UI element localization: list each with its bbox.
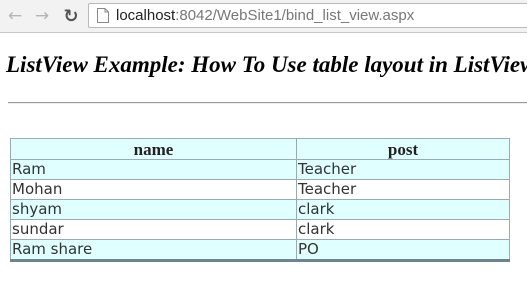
back-arrow-icon[interactable]: ←	[4, 5, 26, 27]
table-row: Ram Teacher	[10, 159, 510, 180]
table-row: sundar clark	[10, 219, 510, 240]
listview-table: name post Ram Teacher Mohan Teacher shya…	[10, 138, 510, 262]
cell-post: Teacher	[296, 179, 510, 200]
table-row: Mohan Teacher	[10, 179, 510, 200]
page-heading: ListView Example: How To Use table layou…	[6, 52, 527, 77]
forward-arrow-icon[interactable]: →	[31, 5, 53, 27]
cell-name: Ram share	[10, 239, 297, 261]
url-text: localhost:8042/WebSite1/bind_list_view.a…	[116, 7, 414, 24]
table-header-row: name post	[10, 138, 510, 160]
cell-name: sundar	[10, 219, 297, 240]
cell-post: clark	[296, 219, 510, 240]
reload-icon[interactable]: ↻	[60, 5, 82, 27]
url-path: :8042/WebSite1/bind_list_view.aspx	[175, 7, 415, 24]
cell-post: clark	[296, 199, 510, 220]
cell-name: shyam	[10, 199, 297, 220]
page-icon	[97, 8, 109, 23]
cell-name: Mohan	[10, 179, 297, 200]
column-header-name: name	[10, 138, 297, 160]
url-host: localhost	[116, 7, 176, 24]
cell-post: Teacher	[296, 159, 510, 180]
address-bar[interactable]: localhost:8042/WebSite1/bind_list_view.a…	[88, 3, 527, 28]
table-row: Ram share PO	[10, 239, 510, 261]
cell-name: Ram	[10, 159, 297, 180]
cell-post: PO	[296, 239, 510, 261]
column-header-post: post	[296, 138, 510, 160]
horizontal-rule	[8, 102, 527, 104]
browser-toolbar: ← → ↻ localhost:8042/WebSite1/bind_list_…	[0, 0, 527, 33]
table-row: shyam clark	[10, 199, 510, 220]
